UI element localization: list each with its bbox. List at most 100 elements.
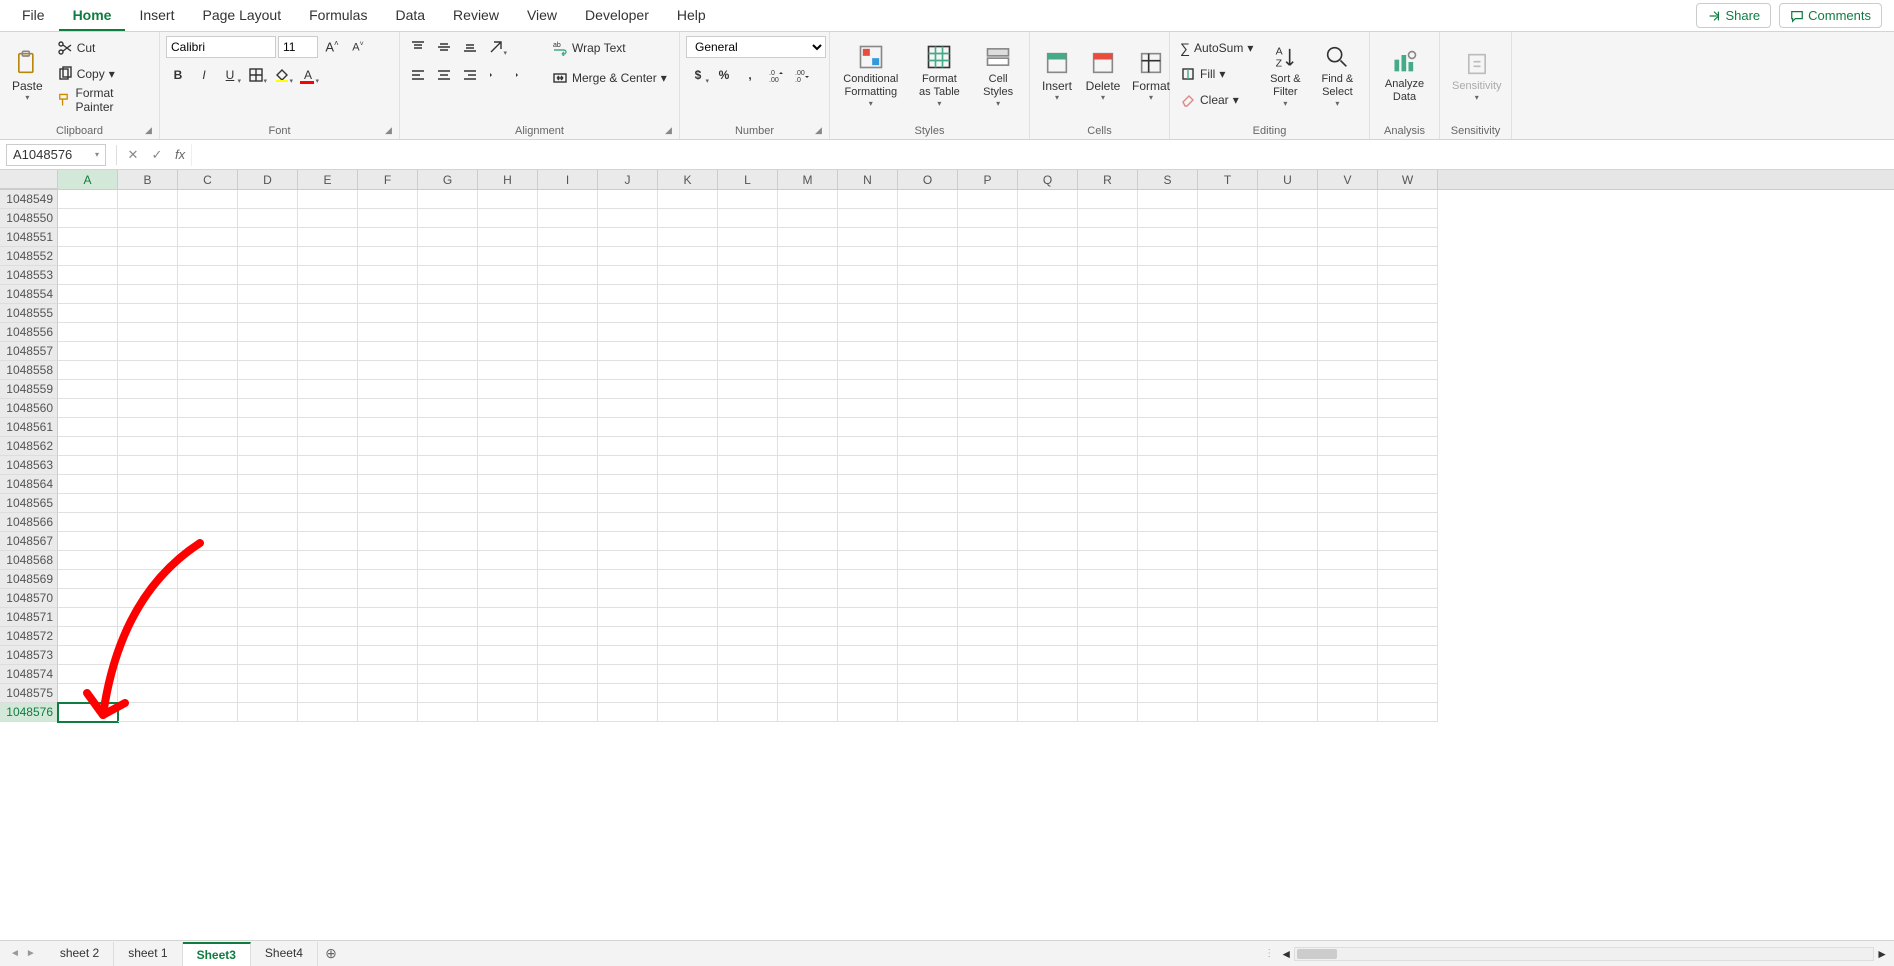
cell[interactable] bbox=[1378, 494, 1438, 513]
cell[interactable] bbox=[838, 190, 898, 209]
cell[interactable] bbox=[1018, 703, 1078, 722]
cell[interactable] bbox=[358, 494, 418, 513]
cell[interactable] bbox=[1258, 437, 1318, 456]
cell[interactable] bbox=[478, 228, 538, 247]
cell[interactable] bbox=[238, 570, 298, 589]
cell[interactable] bbox=[418, 627, 478, 646]
cell[interactable] bbox=[358, 589, 418, 608]
cell[interactable] bbox=[418, 608, 478, 627]
cell[interactable] bbox=[1138, 342, 1198, 361]
cell[interactable] bbox=[658, 646, 718, 665]
cell[interactable] bbox=[898, 247, 958, 266]
cell[interactable] bbox=[778, 570, 838, 589]
row-header[interactable]: 1048564 bbox=[0, 475, 58, 494]
cell[interactable] bbox=[118, 247, 178, 266]
cell[interactable] bbox=[958, 570, 1018, 589]
cell[interactable] bbox=[1258, 304, 1318, 323]
cell[interactable] bbox=[478, 361, 538, 380]
format-as-table-button[interactable]: Format as Table▾ bbox=[910, 36, 970, 116]
cell[interactable] bbox=[478, 570, 538, 589]
cell[interactable] bbox=[238, 209, 298, 228]
cell[interactable] bbox=[538, 703, 598, 722]
cell[interactable] bbox=[778, 608, 838, 627]
cell[interactable] bbox=[1078, 304, 1138, 323]
cell[interactable] bbox=[1258, 665, 1318, 684]
align-top-button[interactable] bbox=[406, 36, 430, 58]
cell[interactable] bbox=[178, 532, 238, 551]
cell[interactable] bbox=[1138, 399, 1198, 418]
cell[interactable] bbox=[1318, 399, 1378, 418]
cell[interactable] bbox=[118, 399, 178, 418]
cell[interactable] bbox=[238, 665, 298, 684]
cell[interactable] bbox=[1078, 209, 1138, 228]
cell[interactable] bbox=[358, 323, 418, 342]
cell[interactable] bbox=[478, 380, 538, 399]
cell[interactable] bbox=[118, 418, 178, 437]
sort-filter-button[interactable]: AZ Sort & Filter▾ bbox=[1261, 36, 1309, 116]
cell[interactable] bbox=[118, 494, 178, 513]
cell[interactable] bbox=[118, 475, 178, 494]
cell[interactable] bbox=[1258, 285, 1318, 304]
cell[interactable] bbox=[1318, 703, 1378, 722]
cell[interactable] bbox=[58, 285, 118, 304]
row-header[interactable]: 1048551 bbox=[0, 228, 58, 247]
cell[interactable] bbox=[358, 513, 418, 532]
cell[interactable] bbox=[598, 399, 658, 418]
cell[interactable] bbox=[1018, 589, 1078, 608]
cell[interactable] bbox=[298, 627, 358, 646]
cell[interactable] bbox=[1378, 399, 1438, 418]
cell[interactable] bbox=[178, 380, 238, 399]
clear-button[interactable]: Clear▾ bbox=[1176, 88, 1257, 112]
cell[interactable] bbox=[538, 380, 598, 399]
cell[interactable] bbox=[178, 323, 238, 342]
cell[interactable] bbox=[58, 608, 118, 627]
percent-button[interactable]: % bbox=[712, 64, 736, 86]
cell[interactable] bbox=[418, 418, 478, 437]
cell[interactable] bbox=[658, 456, 718, 475]
cell[interactable] bbox=[598, 475, 658, 494]
cell[interactable] bbox=[538, 494, 598, 513]
cell[interactable] bbox=[1078, 608, 1138, 627]
cell[interactable] bbox=[1138, 646, 1198, 665]
cell[interactable] bbox=[478, 532, 538, 551]
cell[interactable] bbox=[598, 380, 658, 399]
cell[interactable] bbox=[718, 551, 778, 570]
fx-icon[interactable]: fx bbox=[175, 147, 185, 162]
cell[interactable] bbox=[958, 456, 1018, 475]
cell[interactable] bbox=[658, 551, 718, 570]
cell[interactable] bbox=[118, 342, 178, 361]
cell[interactable] bbox=[778, 361, 838, 380]
cell[interactable] bbox=[1318, 513, 1378, 532]
cell[interactable] bbox=[1018, 532, 1078, 551]
cell[interactable] bbox=[238, 703, 298, 722]
cell[interactable] bbox=[658, 304, 718, 323]
share-button[interactable]: Share bbox=[1696, 3, 1771, 28]
cell[interactable] bbox=[1078, 399, 1138, 418]
cell[interactable] bbox=[718, 456, 778, 475]
cell[interactable] bbox=[298, 513, 358, 532]
sheet-tab[interactable]: sheet 1 bbox=[114, 942, 182, 966]
cell[interactable] bbox=[298, 361, 358, 380]
cell[interactable] bbox=[778, 228, 838, 247]
cell[interactable] bbox=[538, 247, 598, 266]
cell[interactable] bbox=[1138, 418, 1198, 437]
cell[interactable] bbox=[1138, 190, 1198, 209]
cell[interactable] bbox=[1018, 437, 1078, 456]
cell[interactable] bbox=[598, 532, 658, 551]
cell[interactable] bbox=[838, 665, 898, 684]
cell[interactable] bbox=[178, 418, 238, 437]
cell[interactable] bbox=[1198, 418, 1258, 437]
cell[interactable] bbox=[58, 209, 118, 228]
cell[interactable] bbox=[118, 437, 178, 456]
cell[interactable] bbox=[778, 703, 838, 722]
cell[interactable] bbox=[1018, 323, 1078, 342]
cell[interactable] bbox=[358, 399, 418, 418]
column-header[interactable]: F bbox=[358, 170, 418, 189]
cell[interactable] bbox=[1138, 304, 1198, 323]
row-header[interactable]: 1048559 bbox=[0, 380, 58, 399]
cell[interactable] bbox=[178, 494, 238, 513]
cell[interactable] bbox=[1078, 513, 1138, 532]
cell[interactable] bbox=[838, 475, 898, 494]
column-header[interactable]: D bbox=[238, 170, 298, 189]
cell[interactable] bbox=[958, 608, 1018, 627]
